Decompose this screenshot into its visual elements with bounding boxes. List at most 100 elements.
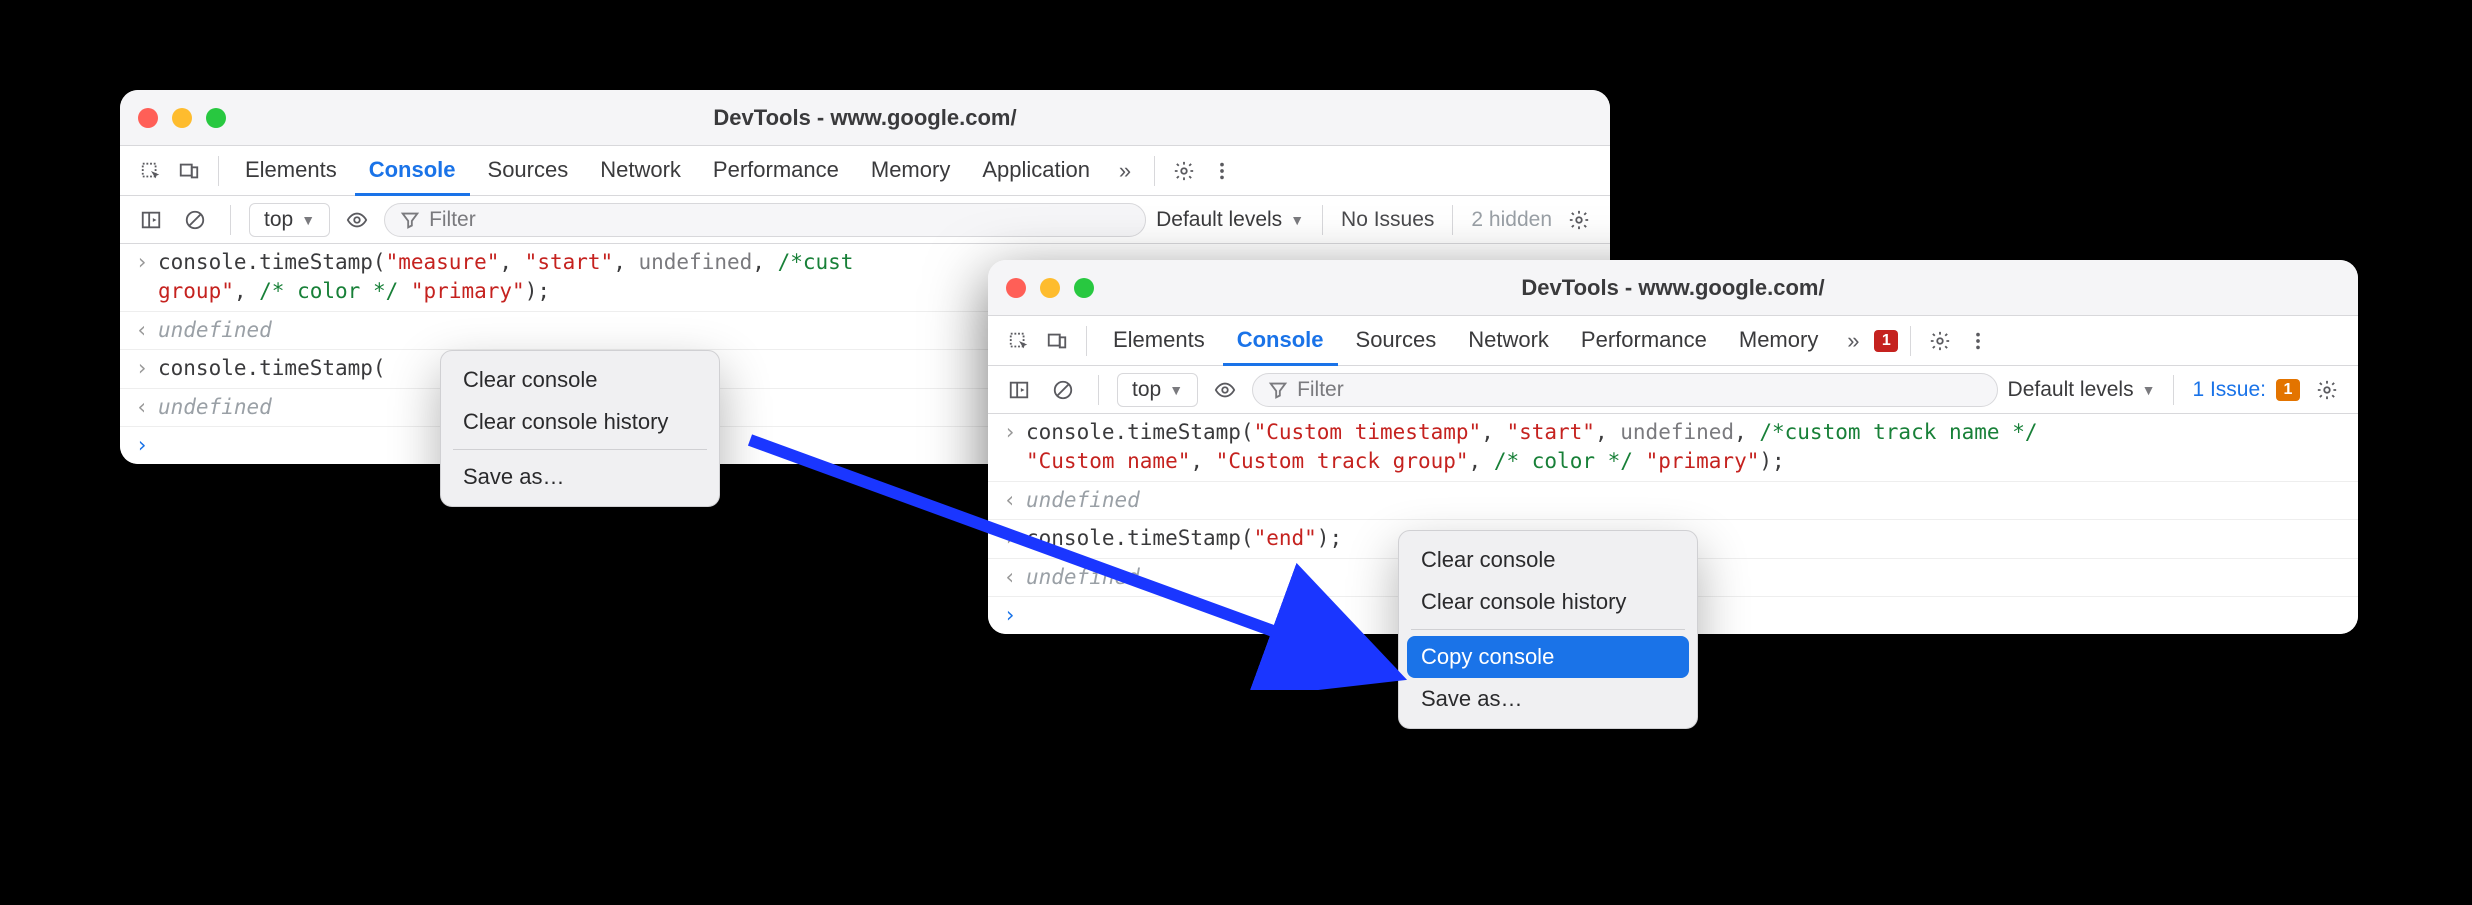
result-icon: ‹: [1002, 486, 1018, 515]
chevron-down-icon: ▼: [2142, 382, 2156, 398]
tab-memory[interactable]: Memory: [857, 147, 964, 196]
more-tabs-icon[interactable]: »: [1836, 324, 1870, 358]
tab-network[interactable]: Network: [1454, 317, 1563, 366]
error-badge[interactable]: 1: [1874, 330, 1898, 352]
levels-select[interactable]: Default levels ▼: [1156, 208, 1304, 232]
code-token: );: [525, 279, 550, 303]
filter-placeholder: Filter: [429, 208, 476, 232]
eye-icon[interactable]: [340, 203, 374, 237]
code-token: /* color */: [1494, 449, 1633, 473]
main-tabbar: Elements Console Sources Network Perform…: [988, 316, 2358, 366]
code-token: "Custom timestamp": [1254, 420, 1482, 444]
main-tabbar: Elements Console Sources Network Perform…: [120, 146, 1610, 196]
gear-icon[interactable]: [2310, 373, 2344, 407]
code-token: "start": [1506, 420, 1595, 444]
separator: [1452, 205, 1453, 235]
kebab-icon[interactable]: [1961, 324, 1995, 358]
menu-clear-console[interactable]: Clear console: [1407, 539, 1689, 581]
result-icon: ‹: [134, 393, 150, 422]
tab-memory[interactable]: Memory: [1725, 317, 1832, 366]
menu-clear-history[interactable]: Clear console history: [1407, 581, 1689, 623]
minimize-icon[interactable]: [1040, 278, 1060, 298]
tab-console[interactable]: Console: [1223, 317, 1338, 366]
result-value: undefined: [1026, 563, 1140, 592]
tab-console[interactable]: Console: [355, 147, 470, 196]
context-select[interactable]: top ▼: [1117, 373, 1198, 407]
levels-label: Default levels: [2008, 378, 2134, 402]
tab-application[interactable]: Application: [968, 147, 1104, 196]
device-icon[interactable]: [1040, 324, 1074, 358]
context-menu: Clear console Clear console history Copy…: [1398, 530, 1698, 729]
menu-clear-history[interactable]: Clear console history: [449, 401, 711, 443]
device-icon[interactable]: [172, 154, 206, 188]
gear-icon[interactable]: [1923, 324, 1957, 358]
devtools-window-right: DevTools - www.google.com/ Elements Cons…: [988, 260, 2358, 634]
clear-console-icon[interactable]: [178, 203, 212, 237]
filter-input[interactable]: Filter: [384, 203, 1146, 237]
kebab-icon[interactable]: [1205, 154, 1239, 188]
tab-performance[interactable]: Performance: [699, 147, 853, 196]
prompt-icon: ›: [134, 431, 150, 460]
eye-icon[interactable]: [1208, 373, 1242, 407]
console-filterbar: top ▼ Filter Default levels ▼ 1 Issue: 1: [988, 366, 2358, 414]
menu-save-as[interactable]: Save as…: [1407, 678, 1689, 720]
prompt-icon: ›: [1002, 418, 1018, 447]
minimize-icon[interactable]: [172, 108, 192, 128]
prompt-icon: ›: [1002, 601, 1018, 630]
context-select[interactable]: top ▼: [249, 203, 330, 237]
result-icon: ‹: [1002, 563, 1018, 592]
titlebar: DevTools - www.google.com/: [988, 260, 2358, 316]
code-token: "measure": [386, 250, 500, 274]
separator: [230, 205, 231, 235]
inspect-icon[interactable]: [1002, 324, 1036, 358]
tab-elements[interactable]: Elements: [231, 147, 351, 196]
prompt-icon: ›: [134, 354, 150, 383]
menu-save-as[interactable]: Save as…: [449, 456, 711, 498]
code-token: console.timeStamp(: [158, 250, 386, 274]
zoom-icon[interactable]: [1074, 278, 1094, 298]
code-token: undefined: [1620, 420, 1734, 444]
funnel-icon: [399, 209, 421, 231]
levels-select[interactable]: Default levels ▼: [2008, 378, 2156, 402]
code-token: "primary": [411, 279, 525, 303]
tab-sources[interactable]: Sources: [1342, 317, 1451, 366]
tab-elements[interactable]: Elements: [1099, 317, 1219, 366]
close-icon[interactable]: [138, 108, 158, 128]
console-result-row: ‹ undefined: [988, 482, 2358, 520]
tab-performance[interactable]: Performance: [1567, 317, 1721, 366]
menu-copy-console[interactable]: Copy console: [1407, 636, 1689, 678]
context-menu: Clear console Clear console history Save…: [440, 350, 720, 507]
filter-placeholder: Filter: [1297, 378, 1344, 402]
console-input-row[interactable]: › console.timeStamp("Custom timestamp", …: [988, 414, 2358, 482]
filter-input[interactable]: Filter: [1252, 373, 1997, 407]
gear-icon[interactable]: [1167, 154, 1201, 188]
code-token: );: [1759, 449, 1784, 473]
inspect-icon[interactable]: [134, 154, 168, 188]
code-token: "start": [525, 250, 614, 274]
tab-network[interactable]: Network: [586, 147, 695, 196]
window-title: DevTools - www.google.com/: [988, 275, 2358, 301]
chevron-down-icon: ▼: [1290, 212, 1304, 228]
toggle-sidebar-icon[interactable]: [134, 203, 168, 237]
tab-sources[interactable]: Sources: [474, 147, 583, 196]
menu-clear-console[interactable]: Clear console: [449, 359, 711, 401]
toggle-sidebar-icon[interactable]: [1002, 373, 1036, 407]
issue-badge[interactable]: 1: [2276, 379, 2300, 401]
result-icon: ‹: [134, 316, 150, 345]
menu-separator: [1411, 629, 1685, 630]
funnel-icon: [1267, 379, 1289, 401]
clear-console-icon[interactable]: [1046, 373, 1080, 407]
zoom-icon[interactable]: [206, 108, 226, 128]
close-icon[interactable]: [1006, 278, 1026, 298]
separator: [1154, 156, 1155, 186]
hidden-count[interactable]: 2 hidden: [1471, 208, 1552, 232]
separator: [1910, 326, 1911, 356]
separator: [1098, 375, 1099, 405]
more-tabs-icon[interactable]: »: [1108, 154, 1142, 188]
code-token: undefined: [638, 250, 752, 274]
separator: [1086, 326, 1087, 356]
gear-icon[interactable]: [1562, 203, 1596, 237]
issues-label[interactable]: 1 Issue:: [2192, 378, 2266, 402]
issues-label[interactable]: No Issues: [1341, 208, 1434, 232]
code-token: /*cust: [778, 250, 854, 274]
